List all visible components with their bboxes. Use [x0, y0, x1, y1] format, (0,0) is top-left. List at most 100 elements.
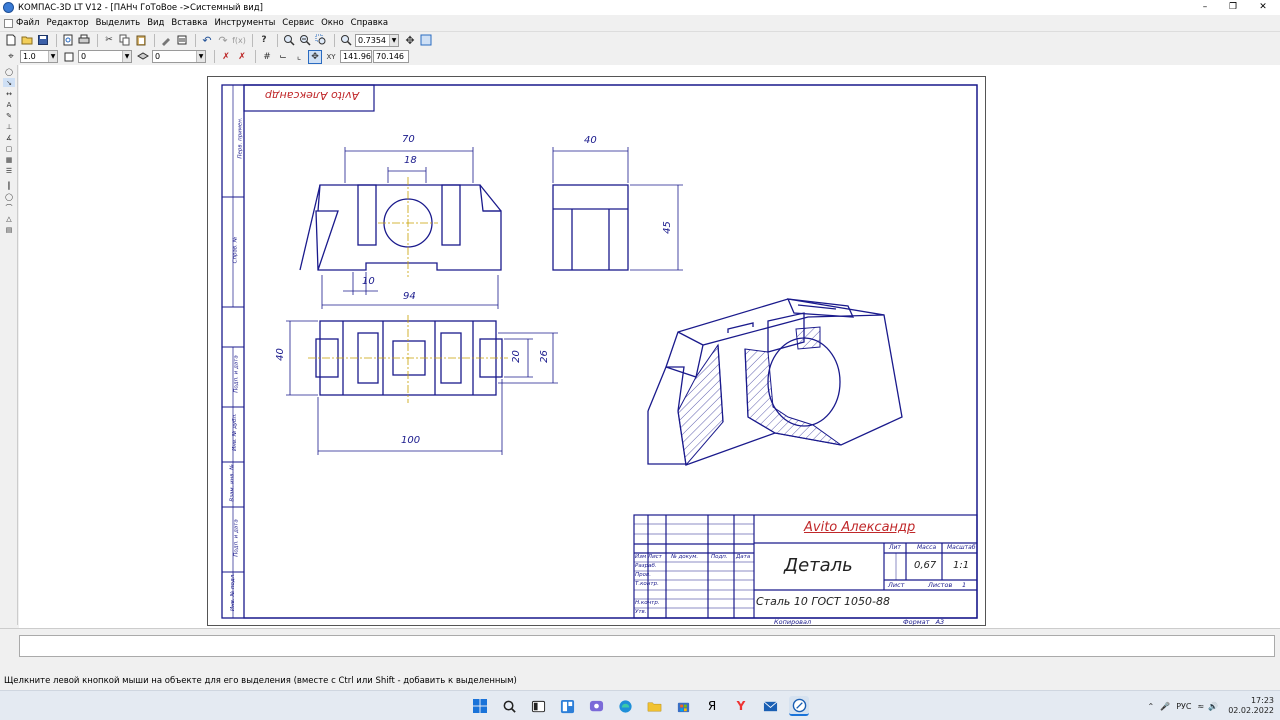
store-icon[interactable] — [673, 696, 693, 716]
title-block-scale-value: 1:1 — [953, 560, 970, 571]
wifi-icon[interactable]: ≈ — [1198, 702, 1205, 711]
chat-icon[interactable] — [586, 696, 606, 716]
view-combo[interactable]: 0 ▼ — [152, 50, 206, 63]
menu-select[interactable]: Выделить — [96, 18, 141, 28]
local-snap-icon[interactable]: ✗ — [235, 50, 249, 64]
dimensions-tool-icon[interactable]: ↔ — [3, 89, 15, 98]
refresh-view-icon[interactable] — [419, 33, 433, 47]
windows-taskbar: Я Y ⌃ 🎤 РУС ≈ 🔊 17:23 02.02.2022 — [0, 690, 1280, 720]
zoom-all-icon[interactable] — [282, 33, 296, 47]
clock[interactable]: 17:23 02.02.2022 — [1228, 696, 1274, 716]
file-explorer-icon[interactable] — [644, 696, 664, 716]
designations-tool-icon[interactable]: A — [3, 100, 15, 109]
title-block-mass-value: 0,67 — [914, 560, 937, 571]
help-pointer-icon[interactable]: ? — [257, 33, 271, 47]
menu-service[interactable]: Сервис — [282, 18, 314, 28]
widgets-icon[interactable] — [557, 696, 577, 716]
select-tool-icon[interactable]: ↘ — [3, 78, 15, 87]
task-view-icon[interactable] — [528, 696, 548, 716]
search-icon[interactable] — [499, 696, 519, 716]
minimize-icon[interactable]: – — [1190, 0, 1220, 15]
circle-tool-icon[interactable]: ◯ — [3, 192, 15, 201]
layer-combo[interactable]: 0 ▼ — [78, 50, 132, 63]
pan-icon[interactable]: ✥ — [403, 33, 417, 47]
print-preview-icon[interactable] — [61, 33, 75, 47]
menu-file[interactable]: Файл — [16, 18, 39, 28]
save-icon[interactable] — [36, 33, 50, 47]
microphone-icon[interactable]: 🎤 — [1160, 702, 1170, 711]
undo-icon[interactable]: ↶ — [200, 33, 214, 47]
edit-tool-icon[interactable]: ✎ — [3, 111, 15, 120]
polygon-tool-icon[interactable]: △ — [3, 214, 15, 223]
line-style-combo[interactable]: 1.0 ▼ — [20, 50, 58, 63]
manager-icon[interactable] — [175, 33, 189, 47]
copy-icon[interactable] — [118, 33, 132, 47]
side-label-7: Инв. № подл. — [229, 573, 236, 611]
chevron-down-icon[interactable]: ▼ — [122, 51, 131, 62]
menu-help[interactable]: Справка — [351, 18, 388, 28]
menu-view[interactable]: Вид — [147, 18, 164, 28]
volume-icon[interactable]: 🔊 — [1208, 702, 1218, 711]
mail-icon[interactable] — [760, 696, 780, 716]
coordinate-system-icon[interactable]: ⌞ — [292, 50, 306, 64]
line-style-icon[interactable]: ⌖ — [4, 50, 18, 64]
title-block-sheet-label: Лист — [888, 581, 905, 589]
chevron-up-icon[interactable]: ⌃ — [1148, 702, 1155, 711]
open-folder-icon[interactable] — [20, 33, 34, 47]
grid-icon[interactable]: # — [260, 50, 274, 64]
zoom-in-icon[interactable] — [298, 33, 312, 47]
kompas-taskbar-icon[interactable] — [789, 696, 809, 716]
drawing-sheet-a3[interactable]: Avito Александр Перв. примен. Справ. № П… — [207, 76, 986, 626]
toolbar-separator — [97, 33, 98, 47]
coord-y-field[interactable]: 70.146 — [373, 50, 409, 63]
zoom-window-icon[interactable] — [314, 33, 328, 47]
select-region-tool-icon[interactable]: ▢ — [3, 144, 15, 153]
print-icon[interactable] — [77, 33, 91, 47]
spec-tool-icon[interactable]: ☰ — [3, 166, 15, 175]
new-document-icon[interactable] — [4, 33, 18, 47]
chevron-down-icon[interactable]: ▼ — [389, 34, 398, 46]
layer-icon[interactable] — [62, 50, 76, 64]
edge-browser-icon[interactable] — [615, 696, 635, 716]
ortho-icon[interactable]: ⌙ — [276, 50, 290, 64]
command-prompt-box[interactable] — [19, 635, 1275, 657]
zoom-scale-combo[interactable]: 0.7354 ▼ — [355, 33, 399, 47]
measure-tool-icon[interactable]: ∡ — [3, 133, 15, 142]
restore-icon[interactable]: ❐ — [1218, 0, 1248, 15]
menu-window[interactable]: Окно — [321, 18, 344, 28]
redo-icon[interactable]: ↷ — [216, 33, 230, 47]
paste-icon[interactable] — [134, 33, 148, 47]
menu-editor[interactable]: Редактор — [46, 18, 88, 28]
coord-x-field[interactable]: 141.96 — [340, 50, 372, 63]
language-indicator[interactable]: РУС — [1176, 702, 1191, 711]
side-label-3: Подп. и дата — [233, 355, 240, 393]
chevron-down-icon[interactable]: ▼ — [196, 51, 205, 62]
title-block-author: Avito Александр — [804, 520, 916, 535]
yandex-icon[interactable]: Y — [731, 696, 751, 716]
windows-start-icon[interactable] — [470, 696, 490, 716]
geometry-tool-icon[interactable]: ◯ — [3, 67, 15, 76]
menu-insert[interactable]: Вставка — [171, 18, 207, 28]
arc-tool-icon[interactable]: ⌒ — [3, 203, 15, 212]
toolbar-separator — [255, 50, 256, 63]
formula-icon[interactable]: f(x) — [232, 33, 246, 47]
round-icon[interactable]: ✥ — [308, 49, 322, 64]
line-tool-icon[interactable]: ┃ — [3, 181, 15, 190]
toolbar-separator — [56, 33, 57, 47]
toolbar-separator — [154, 33, 155, 47]
reports-tool-icon[interactable]: ▦ — [3, 155, 15, 164]
menu-tools[interactable]: Инструменты — [214, 18, 275, 28]
cut-icon[interactable]: ✂ — [102, 33, 116, 47]
chevron-down-icon[interactable]: ▼ — [48, 51, 57, 62]
parametrize-tool-icon[interactable]: ⊥ — [3, 122, 15, 131]
kompas-app-icon — [3, 2, 14, 13]
layers-icon[interactable] — [136, 50, 150, 64]
side-label-4: Инв. № дубл. — [231, 413, 238, 451]
hatch-tool-icon[interactable]: ▤ — [3, 225, 15, 234]
yandex-browser-icon[interactable]: Я — [702, 696, 722, 716]
side-label-6: Подп. и дата — [233, 519, 240, 557]
zoom-scale-icon[interactable] — [339, 33, 353, 47]
snap-icon[interactable]: ✗ — [219, 50, 233, 64]
properties-icon[interactable] — [159, 33, 173, 47]
close-icon[interactable]: ✕ — [1248, 0, 1278, 15]
